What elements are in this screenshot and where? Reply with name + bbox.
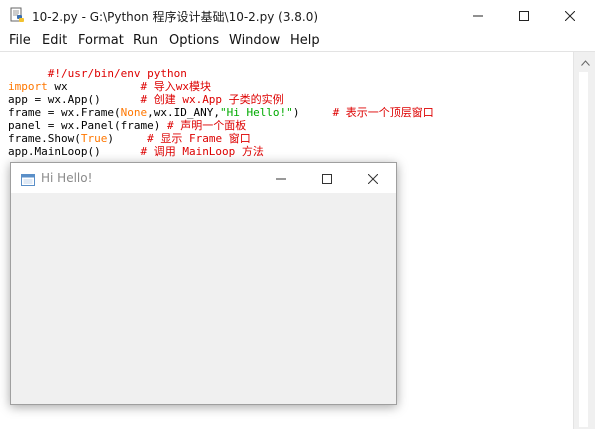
code-token: frame = wx.Frame( (8, 106, 121, 119)
frame-minimize-button[interactable] (258, 163, 304, 193)
wx-frame-icon (21, 171, 35, 186)
frame-window-title: Hi Hello! (41, 171, 93, 185)
comment-token: # 声明一个面板 (166, 119, 247, 132)
menu-help[interactable]: Help (290, 31, 330, 51)
comment-token: # 显示 Frame 窗口 (147, 132, 251, 145)
comment-token: # 调用 MainLoop 方法 (140, 145, 264, 158)
code-line-1: #!/usr/bin/env python (8, 54, 187, 80)
comment-token: # 表示一个顶层窗口 (332, 106, 434, 119)
python-idle-icon (9, 7, 25, 23)
code-token: frame.Show( (8, 132, 81, 145)
keyword-token: True (80, 132, 108, 145)
menu-file[interactable]: File (9, 31, 42, 51)
keyword-token: import (8, 80, 48, 93)
code-line-4: frame = wx.Frame(None,wx.ID_ANY,"Hi Hell… (8, 106, 434, 119)
code-line-6: frame.Show(True) # 显示 Frame 窗口 (8, 132, 251, 145)
chevron-up-icon (580, 51, 590, 70)
frame-titlebar[interactable]: Hi Hello! (11, 163, 396, 193)
menu-bar: File Edit Format Run Options Window Help (0, 31, 595, 51)
code-line-2: import wx # 导入wx模块 (8, 80, 211, 93)
menu-run[interactable]: Run (133, 31, 169, 51)
minimize-icon (473, 6, 483, 25)
keyword-token: None (120, 106, 148, 119)
code-token: panel = wx.Panel(frame) (8, 119, 167, 132)
minimize-button[interactable] (455, 0, 501, 31)
editor-titlebar[interactable]: 10-2.py - G:\Python 程序设计基础\10-2.py (3.8.… (0, 0, 595, 31)
frame-maximize-button[interactable] (304, 163, 350, 193)
maximize-icon (519, 6, 529, 25)
maximize-icon (322, 169, 332, 188)
scroll-up-button[interactable] (574, 54, 595, 66)
menu-window[interactable]: Window (229, 31, 290, 51)
frame-close-button[interactable] (350, 163, 396, 193)
minimize-icon (276, 169, 286, 188)
code-token: ) (107, 132, 148, 145)
shebang-comment: #!/usr/bin/env python (47, 67, 187, 80)
close-button[interactable] (547, 0, 593, 31)
maximize-button[interactable] (501, 0, 547, 31)
code-token: wx (47, 80, 141, 93)
string-token: "Hi Hello!" (219, 106, 293, 119)
code-token: ,wx.ID_ANY, (147, 106, 220, 119)
wx-panel (11, 193, 396, 404)
close-icon (367, 169, 379, 188)
code-line-7: app.MainLoop() # 调用 MainLoop 方法 (8, 145, 264, 158)
editor-window-title: 10-2.py - G:\Python 程序设计基础\10-2.py (3.8.… (32, 10, 319, 24)
hi-hello-frame-window: Hi Hello! (10, 162, 397, 405)
vertical-scrollbar[interactable] (573, 52, 595, 429)
close-icon (564, 6, 576, 25)
code-token: ) (292, 106, 333, 119)
code-token: app = wx.App() (8, 93, 141, 106)
code-token: app.MainLoop() (8, 145, 141, 158)
menu-edit[interactable]: Edit (42, 31, 78, 51)
code-line-5: panel = wx.Panel(frame) # 声明一个面板 (8, 119, 246, 132)
menu-options[interactable]: Options (169, 31, 229, 51)
scrollbar-track[interactable] (579, 72, 588, 427)
comment-token: # 创建 wx.App 子类的实例 (140, 93, 284, 106)
menu-format[interactable]: Format (78, 31, 133, 51)
comment-token: # 导入wx模块 (140, 80, 211, 93)
code-line-3: app = wx.App() # 创建 wx.App 子类的实例 (8, 93, 284, 106)
